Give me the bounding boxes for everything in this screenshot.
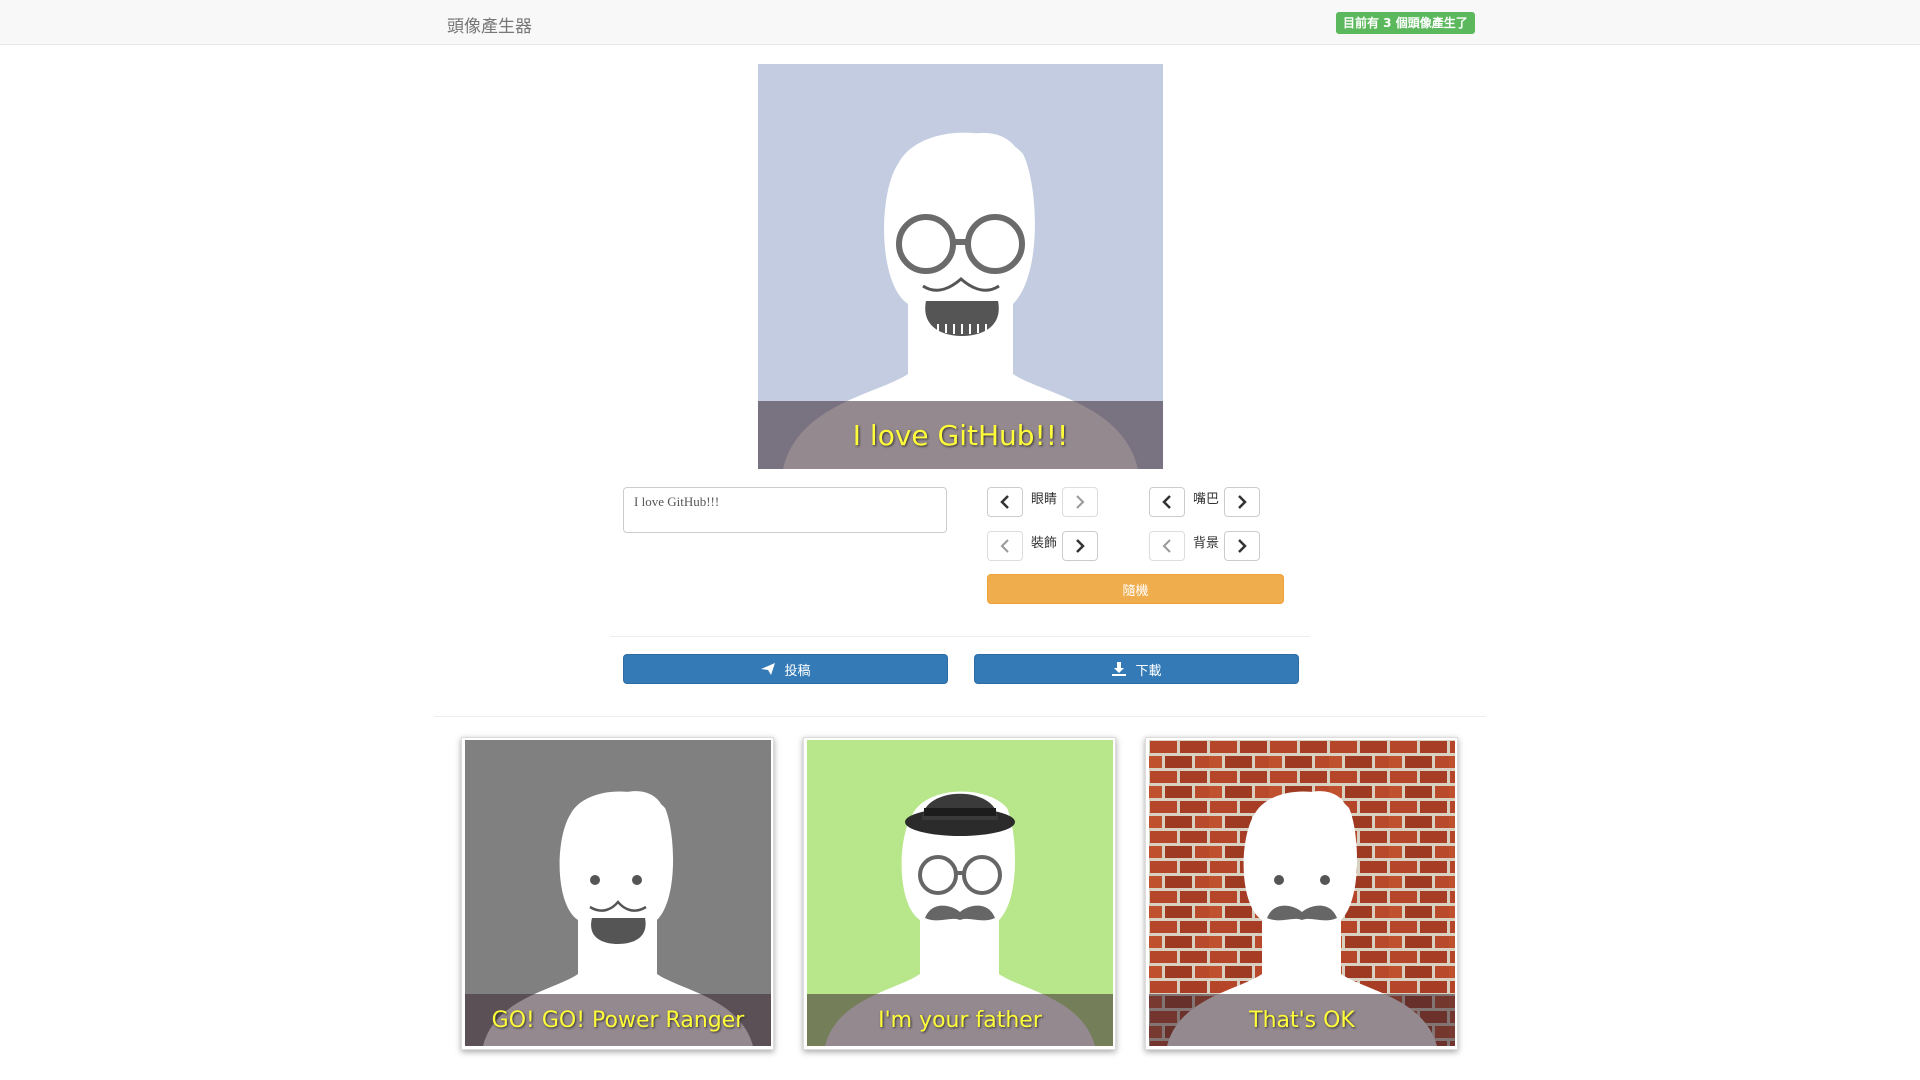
- paper-plane-icon: [761, 663, 776, 675]
- navbar: 頭像產生器 目前有 3 個頭像產生了: [0, 0, 1920, 45]
- brand-title[interactable]: 頭像產生器: [447, 12, 532, 37]
- gallery-divider: [434, 716, 1486, 717]
- submit-button[interactable]: 投稿: [623, 654, 948, 684]
- chevron-right-icon: [1238, 495, 1247, 509]
- chevron-left-icon: [1162, 495, 1171, 509]
- chevron-left-icon: [1000, 539, 1009, 553]
- random-button[interactable]: 隨機: [987, 574, 1284, 604]
- background-next-button[interactable]: [1224, 531, 1260, 561]
- accessory-label: 裝飾: [1031, 536, 1058, 551]
- gallery-card[interactable]: I'm your father: [803, 737, 1116, 1050]
- eye-dot-icon: [632, 875, 642, 885]
- eyes-prev-button[interactable]: [987, 487, 1023, 517]
- eyes-next-button[interactable]: [1062, 487, 1098, 517]
- mouth-label: 嘴巴: [1193, 492, 1220, 507]
- gallery-thumbnail: GO! GO! Power Ranger: [465, 740, 771, 1046]
- mouth-prev-button[interactable]: [1149, 487, 1185, 517]
- eye-dot-icon: [590, 875, 600, 885]
- accessory-prev-button[interactable]: [987, 531, 1023, 561]
- gallery-caption: I'm your father: [807, 994, 1113, 1046]
- mouth-next-button[interactable]: [1224, 487, 1260, 517]
- gallery-caption: GO! GO! Power Ranger: [465, 994, 771, 1046]
- gallery-card[interactable]: GO! GO! Power Ranger: [461, 737, 774, 1050]
- chevron-right-icon: [1238, 539, 1247, 553]
- gallery-thumbnail: I'm your father: [807, 740, 1113, 1046]
- gallery-thumbnail: That's OK: [1149, 740, 1455, 1046]
- avatar-count-badge: 目前有 3 個頭像產生了: [1336, 12, 1475, 34]
- gallery-card[interactable]: That's OK: [1145, 737, 1458, 1050]
- background-prev-button[interactable]: [1149, 531, 1185, 561]
- chevron-right-icon: [1076, 539, 1085, 553]
- download-label: 下載: [1135, 663, 1162, 679]
- eye-dot-icon: [1320, 875, 1330, 885]
- download-icon: [1112, 662, 1127, 676]
- eye-dot-icon: [1274, 875, 1284, 885]
- background-label: 背景: [1193, 536, 1220, 551]
- accessory-next-button[interactable]: [1062, 531, 1098, 561]
- chevron-right-icon: [1076, 495, 1085, 509]
- eyes-label: 眼睛: [1031, 492, 1058, 507]
- chevron-left-icon: [1000, 495, 1009, 509]
- submit-label: 投稿: [784, 663, 811, 679]
- chevron-left-icon: [1162, 539, 1171, 553]
- gallery-caption: That's OK: [1149, 994, 1455, 1046]
- section-divider: [610, 636, 1310, 637]
- download-button[interactable]: 下載: [974, 654, 1299, 684]
- avatar-preview: I love GitHub!!!: [758, 64, 1163, 469]
- preview-caption: I love GitHub!!!: [758, 401, 1163, 469]
- message-textarea[interactable]: I love GitHub!!!: [623, 487, 947, 533]
